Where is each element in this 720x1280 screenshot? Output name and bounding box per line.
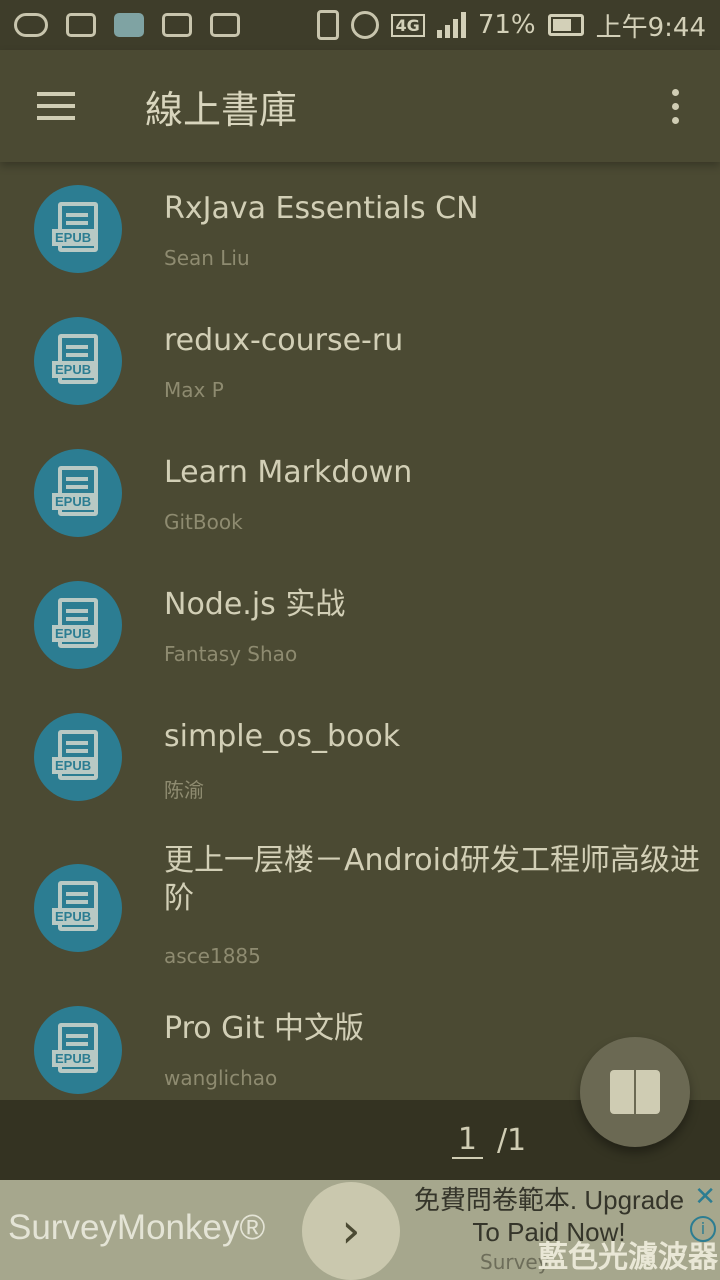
ad-brand: SurveyMonkey® — [8, 1208, 266, 1247]
network-type: 4G — [390, 13, 425, 37]
list-item[interactable]: EPUB Node.js 实战 Fantasy Shao — [0, 558, 720, 690]
book-list[interactable]: EPUB RxJava Essentials CN Sean Liu EPUB … — [0, 162, 720, 1100]
image-notification-icon — [66, 13, 96, 37]
book-title: Learn Markdown — [164, 455, 413, 490]
book-title: Node.js 实战 — [164, 587, 346, 622]
status-bar: 4G 71% 上午9:44 — [0, 0, 720, 50]
book-author: 陈渝 — [164, 778, 204, 802]
page-total: /1 — [496, 1122, 527, 1158]
mail-notification-icon — [210, 13, 240, 37]
list-item[interactable]: EPUB 更上一层楼－Android研发工程师高级进阶 asce1885 — [0, 822, 720, 990]
pdf-notification-icon — [114, 13, 144, 37]
book-author: asce1885 — [164, 944, 261, 968]
clock: 上午9:44 — [595, 12, 706, 43]
hamburger-icon[interactable] — [0, 50, 112, 162]
epub-icon: EPUB — [34, 1006, 122, 1094]
chevron-right-icon[interactable]: › — [302, 1182, 400, 1280]
book-author: Max P — [164, 378, 224, 402]
read-fab-button[interactable] — [580, 1037, 690, 1147]
alarm-icon — [350, 11, 379, 39]
battery-percent: 71% — [477, 10, 536, 40]
book-title: 更上一层楼－Android研发工程师高级进阶 — [164, 843, 700, 916]
page-title: 線上書庫 — [145, 87, 298, 132]
epub-icon: EPUB — [34, 449, 122, 537]
book-title: redux-course-ru — [164, 323, 404, 358]
app-bar: 線上書庫 — [0, 50, 720, 162]
epub-icon: EPUB — [34, 317, 122, 405]
book-author: wanglichao — [164, 1066, 278, 1090]
page-number-input[interactable]: 1 — [451, 1122, 483, 1159]
list-item[interactable]: EPUB Learn Markdown GitBook — [0, 426, 720, 558]
epub-icon: EPUB — [34, 713, 122, 801]
more-vert-icon[interactable] — [630, 50, 720, 162]
list-item[interactable]: EPUB RxJava Essentials CN Sean Liu — [0, 162, 720, 294]
vibrate-icon — [316, 10, 339, 40]
book-title: RxJava Essentials CN — [164, 191, 479, 226]
close-icon[interactable]: ✕ — [694, 1182, 716, 1212]
book-title: simple_os_book — [164, 719, 401, 754]
list-item[interactable]: EPUB redux-course-ru Max P — [0, 294, 720, 426]
book-author: Fantasy Shao — [164, 642, 298, 666]
signal-icon — [436, 12, 466, 38]
chat-notification-icon — [14, 13, 48, 37]
battery-icon — [547, 14, 584, 36]
ad-banner[interactable]: SurveyMonkey® › 免費問卷範本. Upgrade To Paid … — [0, 1180, 720, 1280]
outlook-notification-icon — [162, 13, 192, 37]
epub-icon: EPUB — [34, 581, 122, 669]
watermark-label: 藍色光濾波器 — [538, 1240, 718, 1275]
book-author: GitBook — [164, 510, 243, 534]
list-item[interactable]: EPUB simple_os_book 陈渝 — [0, 690, 720, 822]
epub-icon: EPUB — [34, 864, 122, 952]
epub-icon: EPUB — [34, 185, 122, 273]
open-book-icon — [610, 1070, 660, 1114]
book-author: Sean Liu — [164, 246, 250, 270]
